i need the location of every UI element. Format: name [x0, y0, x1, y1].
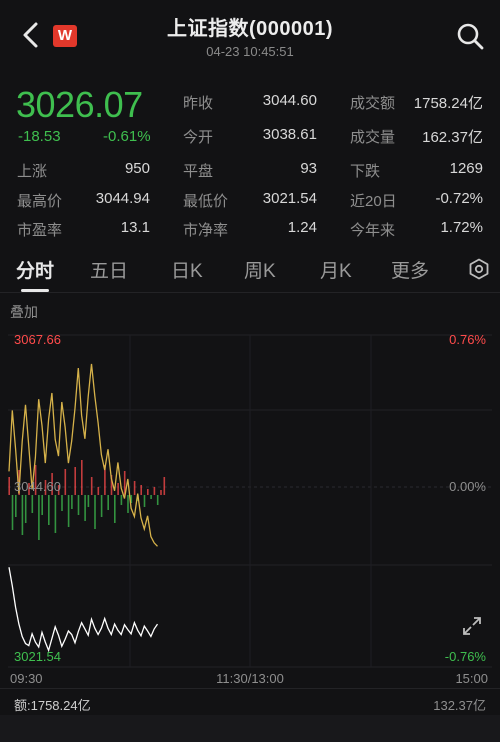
volume-bar: [67, 495, 70, 527]
volume-bars: [8, 460, 166, 540]
volume-bar: [94, 495, 96, 529]
price-change: -18.53: [18, 128, 61, 145]
volume-bar: [84, 495, 86, 521]
stat-label: 市盈率: [17, 222, 63, 239]
volume-bar: [143, 495, 146, 507]
stat-value: 1.72%: [440, 219, 483, 236]
volume-bar: [97, 487, 100, 495]
stat-value: 1758.24亿: [413, 95, 483, 112]
volume-bar: [87, 495, 90, 507]
volume-bar: [31, 495, 34, 513]
time-mid-label: 11:30/13:00: [216, 671, 284, 686]
stat-label: 上涨: [17, 163, 48, 180]
volume-bar: [114, 495, 116, 523]
chart-tabs: 分时 五日 日K 周K 月K 更多: [0, 250, 500, 293]
y-max-pct-label: 0.76%: [449, 332, 486, 347]
stat-value: 950: [124, 160, 150, 177]
stat-value: 1.24: [287, 219, 317, 236]
volume-bar: [64, 469, 67, 495]
volume-bar: [24, 495, 27, 523]
stat-label: 近20日: [350, 193, 397, 210]
stat-label: 成交量: [350, 129, 396, 146]
volume-bar: [100, 495, 103, 517]
volume-bar: [11, 495, 14, 530]
stat-label: 昨收: [183, 95, 214, 112]
tab-monthly-k[interactable]: 月K: [320, 256, 352, 283]
stat-value: 1269: [449, 160, 483, 177]
volume-amount-label: 额:1758.24亿: [14, 698, 91, 713]
stat-label: 今开: [183, 129, 214, 146]
volume-bar: [140, 485, 142, 495]
y-mid-label: 3044.60: [14, 479, 61, 494]
y-min-pct-label: -0.76%: [444, 649, 486, 664]
volume-bar: [156, 495, 159, 505]
stat-value: 3038.61: [262, 126, 317, 143]
stat-label: 市净率: [183, 222, 229, 239]
y-max-label: 3067.66: [14, 332, 61, 347]
intraday-chart: [8, 334, 492, 668]
tab-five-day[interactable]: 五日: [90, 256, 128, 283]
volume-bar: [133, 481, 136, 495]
tab-intraday[interactable]: 分时: [16, 256, 54, 283]
y-min-label: 3021.54: [14, 649, 61, 664]
volume-bar: [21, 495, 24, 535]
volume-bar: [90, 477, 93, 495]
time-end-label: 15:00: [455, 671, 488, 686]
stat-label: 最高价: [17, 193, 63, 210]
divider: [0, 688, 500, 689]
volume-bar: [41, 495, 43, 515]
header: W 上证指数(000001) 04-23 10:45:51: [0, 0, 500, 70]
fullscreen-icon[interactable]: [460, 614, 484, 638]
price-line: [8, 567, 159, 653]
stat-value: 93: [300, 160, 317, 177]
volume-bar: [54, 495, 57, 533]
stat-value: -0.72%: [435, 190, 483, 207]
volume-bar: [15, 495, 17, 517]
stat-label: 最低价: [183, 193, 229, 210]
page-title: 上证指数(000001): [166, 18, 334, 40]
stat-value: 162.37亿: [422, 129, 483, 146]
active-tab-indicator: [21, 289, 49, 292]
stat-value: 3044.94: [95, 190, 150, 207]
chart-grid: [8, 334, 492, 668]
volume-bar: [150, 495, 152, 499]
volume-bar: [160, 490, 162, 495]
stat-label: 成交额: [350, 95, 396, 112]
volume-bar: [117, 483, 119, 495]
tab-daily-k[interactable]: 日K: [171, 256, 203, 283]
stat-label: 平盘: [183, 163, 214, 180]
volume-bar: [48, 495, 50, 525]
overlay-button[interactable]: 叠加: [10, 302, 38, 322]
volume-bar: [8, 477, 10, 495]
stat-value: 13.1: [120, 219, 150, 236]
volume-bar: [77, 495, 80, 515]
volume-bar: [38, 495, 40, 540]
volume-chart-area: [0, 715, 500, 742]
stat-value: 3044.60: [262, 92, 317, 109]
volume-bar: [163, 477, 166, 495]
volume-bar: [147, 489, 149, 495]
volume-bar: [107, 495, 109, 510]
avg-line: [8, 363, 158, 547]
tab-more[interactable]: 更多: [391, 256, 429, 283]
current-price: 3026.07: [16, 84, 143, 125]
volume-bar: [127, 495, 129, 513]
volume-bar: [74, 467, 76, 495]
stat-value: 3021.54: [262, 190, 317, 207]
volume-bar: [120, 495, 123, 505]
stat-label: 今年来: [350, 222, 396, 239]
price-change-pct: -0.61%: [103, 128, 151, 145]
stat-label: 下跌: [350, 163, 381, 180]
volume-bar: [61, 495, 63, 511]
volume-bar: [81, 460, 83, 495]
volume-max-label: 132.37亿: [433, 698, 486, 713]
tab-weekly-k[interactable]: 周K: [244, 256, 276, 283]
search-icon[interactable]: [456, 22, 484, 50]
settings-icon[interactable]: [468, 258, 490, 280]
volume-bar: [153, 487, 156, 495]
volume-bar: [71, 495, 73, 509]
quote-datetime: 04-23 10:45:51: [206, 44, 294, 59]
y-mid-pct-label: 0.00%: [449, 479, 486, 494]
